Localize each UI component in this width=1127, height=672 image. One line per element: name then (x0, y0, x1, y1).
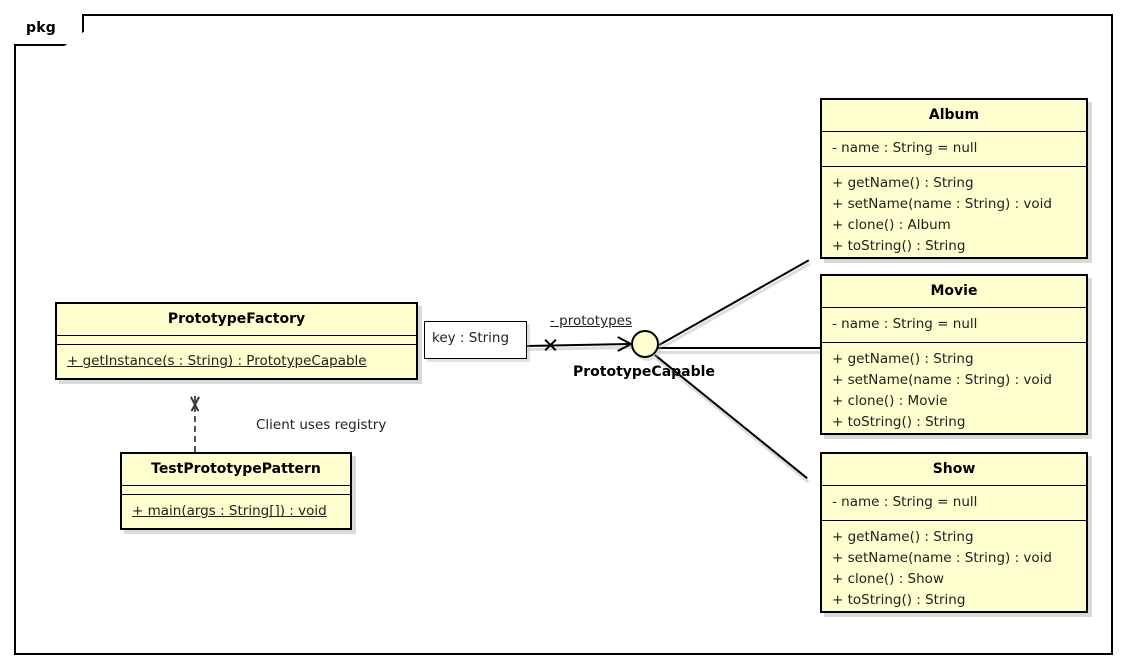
class-methods-movie: + getName() : String + setName(name : St… (822, 343, 1086, 440)
class-member: + clone() : Movie (832, 393, 948, 410)
class-attributes-movie: - name : String = null (822, 308, 1086, 342)
class-methods-album: + getName() : String + setName(name : St… (822, 167, 1086, 264)
class-name-show: Show (932, 461, 976, 477)
class-name-album: Album (928, 107, 980, 123)
class-member: + getName() : String (832, 175, 974, 192)
class-methods-prototype-factory: + getInstance(s : String) : PrototypeCap… (57, 345, 416, 379)
class-box-movie[interactable]: Movie - name : String = null + getName()… (820, 274, 1088, 435)
class-name-test-prototype-pattern: TestPrototypePattern (151, 461, 321, 477)
class-member: + getName() : String (832, 351, 974, 368)
class-attributes-album: - name : String = null (822, 132, 1086, 166)
class-box-test-prototype-pattern[interactable]: TestPrototypePattern + main(args : Strin… (120, 452, 352, 530)
class-member: + clone() : Show (832, 571, 944, 588)
realization-line-movie-shadow (659, 351, 821, 354)
class-attributes-show: - name : String = null (822, 486, 1086, 520)
package-frame-label: pkg (26, 20, 56, 36)
class-attributes-test-prototype-pattern (122, 486, 350, 494)
interface-name-label: PrototypeCapable (573, 364, 715, 380)
association-x-marker (543, 337, 558, 352)
class-box-album[interactable]: Album - name : String = null + getName()… (820, 98, 1088, 259)
class-box-show[interactable]: Show - name : String = null + getName() … (820, 452, 1088, 613)
interface-lollipop-ball[interactable] (631, 330, 659, 358)
class-member: + setName(name : String) : void (832, 550, 1053, 567)
class-methods-show: + getName() : String + setName(name : St… (822, 521, 1086, 618)
realization-line-movie (658, 347, 821, 349)
class-methods-test-prototype-pattern: + main(args : String[]) : void (122, 495, 350, 529)
class-member: + toString() : String (832, 592, 966, 609)
association-arrowhead-icon (616, 336, 632, 352)
class-member: + setName(name : String) : void (832, 372, 1053, 389)
class-name-prototype-factory: PrototypeFactory (167, 311, 306, 327)
association-qualifier-label: key : String (432, 330, 510, 346)
class-attributes-prototype-factory (57, 336, 416, 344)
class-member: + toString() : String (832, 414, 966, 431)
class-member: + main(args : String[]) : void (132, 503, 327, 520)
class-name-movie: Movie (930, 283, 978, 299)
class-box-prototype-factory[interactable]: PrototypeFactory + getInstance(s : Strin… (55, 302, 418, 380)
class-member: + setName(name : String) : void (832, 196, 1053, 213)
class-member: + getName() : String (832, 529, 974, 546)
dependency-label: Client uses registry (256, 417, 387, 433)
class-member: + clone() : Album (832, 217, 951, 234)
class-member: + toString() : String (832, 238, 966, 255)
class-member: + getInstance(s : String) : PrototypeCap… (67, 353, 367, 370)
association-role-label: - prototypes (550, 313, 632, 329)
package-frame-tab-cover (16, 12, 82, 17)
class-member: - name : String = null (832, 140, 978, 157)
dependency-arrowhead-icon (185, 384, 205, 412)
class-member: - name : String = null (832, 316, 978, 333)
diagram-canvas: pkg - prototypes key : String PrototypeC… (0, 0, 1127, 672)
class-member: - name : String = null (832, 494, 978, 511)
